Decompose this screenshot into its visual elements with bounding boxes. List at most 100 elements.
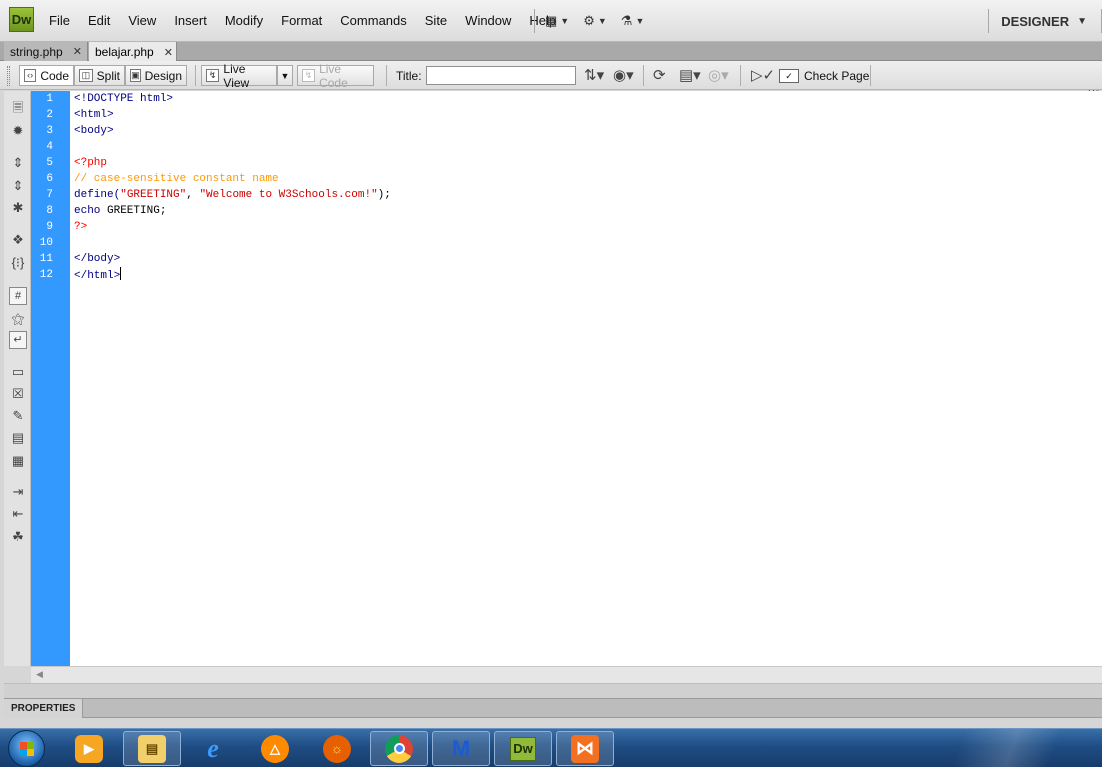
outdent-code-icon[interactable]: ⇤ bbox=[9, 505, 27, 523]
scroll-left-icon[interactable]: ◀ bbox=[36, 669, 43, 680]
move-css-icon[interactable]: ▦ bbox=[9, 452, 27, 470]
code-token: <body> bbox=[74, 125, 114, 137]
code-line[interactable]: define("GREETING", "Welcome to W3Schools… bbox=[74, 187, 391, 203]
chrome-icon bbox=[385, 734, 413, 763]
title-input[interactable] bbox=[426, 66, 576, 85]
code-line[interactable]: </html> bbox=[74, 267, 122, 283]
remove-comment-icon[interactable]: ☒ bbox=[9, 385, 27, 403]
expand-all-icon[interactable]: ✱ bbox=[9, 199, 27, 217]
design-view-button[interactable]: ▣ Design bbox=[125, 65, 187, 86]
code-editor[interactable]: <!DOCTYPE html> <html> <body> <?php // case-… bbox=[70, 91, 1102, 666]
tab-belajar-php[interactable]: belajar.php ✕ bbox=[89, 42, 177, 62]
toolbar-grip[interactable] bbox=[7, 66, 10, 86]
code-token: </html> bbox=[74, 270, 121, 282]
taskbar-xampp[interactable]: ⋈ bbox=[556, 731, 614, 766]
live-code-button[interactable]: ↯ Live Code bbox=[297, 62, 374, 90]
status-bar bbox=[4, 683, 1102, 698]
properties-tab[interactable]: PROPERTIES bbox=[4, 699, 84, 718]
apply-comment-icon[interactable]: ▭ bbox=[9, 363, 27, 381]
check-page-label: Check Page bbox=[804, 68, 870, 83]
refresh-icon[interactable]: ⟳ bbox=[653, 66, 666, 86]
site-button[interactable]: ⚗ ▼ bbox=[621, 13, 645, 29]
open-documents-icon[interactable]: 🗏 bbox=[9, 99, 27, 117]
workspace-label: DESIGNER bbox=[1001, 13, 1070, 29]
validate-markup-icon[interactable]: ▷✓ bbox=[751, 66, 775, 86]
extend-button[interactable]: ⚙ ▼ bbox=[583, 13, 607, 29]
wrap-tag-icon[interactable]: ✎ bbox=[9, 407, 27, 425]
taskbar-windows-media-center[interactable]: ▶ bbox=[60, 731, 118, 766]
word-wrap-icon[interactable]: ↵ bbox=[9, 331, 27, 349]
firefox-icon: ☼ bbox=[323, 734, 351, 763]
menu-insert[interactable]: Insert bbox=[165, 0, 216, 42]
xampp-icon: ⋈ bbox=[571, 734, 599, 763]
visual-aids-icon[interactable]: ◎▾ bbox=[708, 66, 729, 86]
line-number: 2 bbox=[46, 109, 53, 121]
taskbar-malwarebytes[interactable]: M bbox=[432, 731, 490, 766]
code-line[interactable]: <!DOCTYPE html> bbox=[74, 91, 173, 107]
dreamweaver-icon: Dw bbox=[510, 736, 536, 761]
menu-modify[interactable]: Modify bbox=[216, 0, 272, 42]
code-line[interactable]: </body> bbox=[74, 251, 120, 267]
taskbar-vlc[interactable]: △ bbox=[246, 731, 304, 766]
chevron-down-icon: ▼ bbox=[1077, 15, 1087, 27]
format-source-code-icon[interactable]: ☘ bbox=[9, 528, 27, 546]
balance-braces-icon[interactable]: {⁝} bbox=[9, 254, 27, 272]
taskbar-windows-explorer[interactable]: ▤ bbox=[123, 731, 181, 766]
site-icon: ⚗ bbox=[620, 13, 633, 28]
menu-view[interactable]: View bbox=[119, 0, 165, 42]
tab-string-php[interactable]: string.php ✕ bbox=[4, 42, 88, 61]
taskbar-firefox[interactable]: ☼ bbox=[308, 731, 366, 766]
code-line[interactable]: <?php bbox=[74, 155, 107, 171]
show-code-navigator-icon[interactable]: ✹ bbox=[9, 122, 27, 140]
split-view-button[interactable]: ◫ Split bbox=[74, 65, 125, 86]
menu-edit[interactable]: Edit bbox=[79, 0, 119, 42]
code-line[interactable]: <html> bbox=[74, 107, 114, 123]
line-number: 7 bbox=[46, 189, 53, 201]
menu-commands[interactable]: Commands bbox=[331, 0, 415, 42]
code-line[interactable]: // case-sensitive constant name bbox=[74, 171, 279, 187]
code-line[interactable]: ?> bbox=[74, 219, 87, 235]
menu-format[interactable]: Format bbox=[272, 0, 331, 42]
dreamweaver-logo: Dw bbox=[9, 7, 34, 32]
menu-file[interactable]: File bbox=[40, 0, 79, 42]
menu-window[interactable]: Window bbox=[456, 0, 520, 42]
code-line[interactable]: <body> bbox=[74, 123, 114, 139]
code-view-button[interactable]: ‹› Code bbox=[19, 65, 74, 86]
windows-taskbar: ▶ ▤ e △ ☼ M Dw ⋈ bbox=[0, 728, 1102, 767]
line-numbers-icon[interactable]: # bbox=[9, 287, 27, 305]
indent-code-icon[interactable]: ⇥ bbox=[9, 483, 27, 501]
collapse-full-tag-icon[interactable]: ⇕ bbox=[9, 154, 27, 172]
view-options-icon[interactable]: ▤▾ bbox=[679, 66, 701, 86]
close-icon[interactable]: ✕ bbox=[73, 45, 82, 58]
menu-items: File Edit View Insert Modify Format Comm… bbox=[40, 0, 565, 42]
taskbar-dreamweaver[interactable]: Dw bbox=[494, 731, 552, 766]
tab-label: belajar.php bbox=[95, 45, 154, 59]
file-management-icon[interactable]: ⇅▾ bbox=[584, 66, 604, 86]
live-view-dropdown[interactable]: ▼ bbox=[277, 65, 293, 86]
taskbar-internet-explorer[interactable]: e bbox=[184, 731, 242, 766]
folder-icon: ▤ bbox=[138, 734, 166, 763]
workspace-switcher[interactable]: DESIGNER ▼ bbox=[988, 0, 1102, 42]
code-token: "GREETING" bbox=[120, 189, 187, 201]
collapse-selection-icon[interactable]: ⇕ bbox=[9, 177, 27, 195]
highlight-invalid-code-icon[interactable]: ⚝ bbox=[9, 310, 27, 328]
chevron-down-icon: ▼ bbox=[597, 16, 607, 26]
live-view-icon: ↯ bbox=[206, 69, 220, 82]
horizontal-scrollbar[interactable]: ◀ bbox=[31, 666, 1102, 683]
split-label: Split bbox=[96, 68, 120, 83]
menu-site[interactable]: Site bbox=[416, 0, 456, 42]
close-icon[interactable]: ✕ bbox=[164, 46, 173, 59]
check-page-button[interactable]: ✓ Check Page bbox=[779, 65, 869, 86]
code-token: ?> bbox=[74, 221, 88, 233]
select-parent-tag-icon[interactable]: ❖ bbox=[9, 231, 27, 249]
code-line[interactable]: echo GREETING; bbox=[74, 203, 166, 219]
start-button[interactable] bbox=[8, 730, 45, 767]
line-number: 4 bbox=[46, 141, 53, 153]
document-tab-bar: string.php ✕ belajar.php ✕ Pa bbox=[0, 42, 1102, 99]
taskbar-chrome[interactable] bbox=[370, 731, 428, 766]
preview-browser-icon[interactable]: ◉▾ bbox=[613, 66, 634, 86]
live-view-button[interactable]: ↯ Live View bbox=[201, 62, 277, 90]
recent-snippets-icon[interactable]: ▤ bbox=[9, 429, 27, 447]
layout-button[interactable]: ▦ ▼ bbox=[545, 13, 569, 29]
line-number: 9 bbox=[46, 221, 53, 233]
